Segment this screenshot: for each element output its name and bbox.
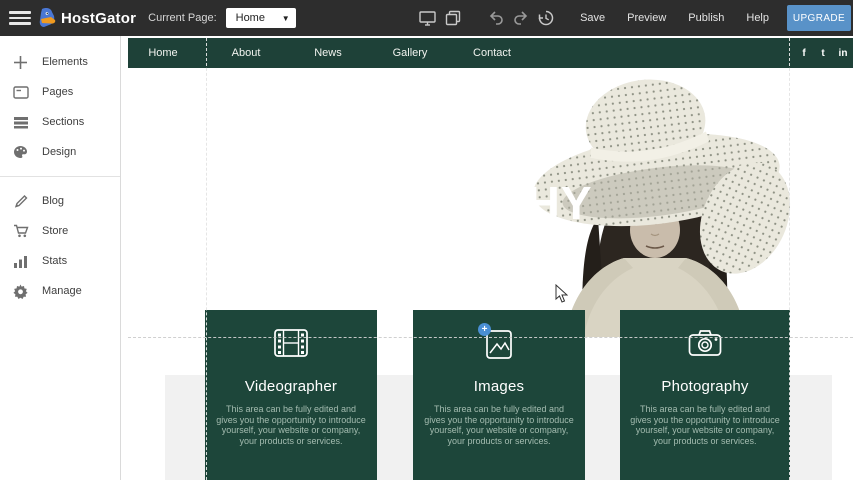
- history-icon[interactable]: [537, 10, 554, 27]
- current-page-label: Current Page:: [148, 12, 216, 24]
- redo-icon[interactable]: [512, 10, 529, 27]
- linkedin-icon[interactable]: in: [839, 38, 848, 68]
- sidebar-item-label: Elements: [42, 56, 88, 68]
- gear-icon: [12, 283, 29, 300]
- hero-section[interactable]: MODELS. PHOTOGRAPHY: [128, 68, 853, 337]
- sidebar-item-label: Blog: [42, 195, 64, 207]
- sidebar-item-elements[interactable]: Elements: [0, 47, 120, 77]
- sections-icon: [12, 114, 29, 131]
- feature-card-images[interactable]: + Images This area can be fully edited a…: [413, 310, 585, 480]
- add-badge-icon: +: [478, 323, 491, 336]
- card-body: This area can be fully edited and gives …: [630, 404, 780, 446]
- pencil-icon: [12, 193, 29, 210]
- card-title: Videographer: [245, 378, 337, 395]
- plus-icon: [12, 54, 29, 71]
- preview-canvas: Home About News Gallery Contact f t in: [121, 36, 853, 480]
- chevron-down-icon: ▼: [282, 14, 290, 23]
- cart-icon: [12, 223, 29, 240]
- sidebar-item-label: Stats: [42, 255, 67, 267]
- undo-icon[interactable]: [487, 10, 504, 27]
- hostgator-builder-app: HostGator Current Page: Home ▼ Save: [0, 0, 853, 480]
- help-button[interactable]: Help: [746, 12, 769, 24]
- publish-button[interactable]: Publish: [688, 12, 724, 24]
- feature-card-photography[interactable]: Photography This area can be fully edite…: [620, 310, 790, 480]
- camera-icon: [687, 328, 723, 362]
- editor-sidebar: Elements Pages Sections Design Blog Stor…: [0, 36, 121, 480]
- sidebar-item-design[interactable]: Design: [0, 137, 120, 167]
- card-title: Images: [474, 378, 524, 395]
- site-nav-gallery[interactable]: Gallery: [393, 38, 428, 68]
- sidebar-item-label: Pages: [42, 86, 73, 98]
- current-page-dropdown[interactable]: Home ▼: [226, 8, 296, 28]
- sidebar-item-sections[interactable]: Sections: [0, 107, 120, 137]
- site-nav-home[interactable]: Home: [148, 38, 177, 68]
- card-title: Photography: [661, 378, 748, 395]
- palette-icon: [12, 144, 29, 161]
- site-navbar: Home About News Gallery Contact f t in: [128, 38, 853, 68]
- current-page-value: Home: [236, 12, 265, 24]
- bar-chart-icon: [12, 253, 29, 270]
- feature-card-videographer[interactable]: Videographer This area can be fully edit…: [205, 310, 377, 480]
- image-add-icon: +: [484, 328, 514, 362]
- menu-icon[interactable]: [9, 11, 31, 25]
- site-preview: Home About News Gallery Contact f t in: [128, 36, 853, 480]
- site-nav-about[interactable]: About: [232, 38, 261, 68]
- sidebar-item-label: Manage: [42, 285, 82, 297]
- hero-title[interactable]: MODELS. PHOTOGRAPHY: [222, 121, 593, 231]
- sidebar-item-pages[interactable]: Pages: [0, 77, 120, 107]
- desktop-preview-icon[interactable]: [419, 10, 436, 27]
- save-button[interactable]: Save: [580, 12, 605, 24]
- sidebar-divider: [0, 176, 120, 177]
- topbar-actions: Save Preview Publish Help UPGRADE: [419, 0, 853, 36]
- sidebar-item-label: Store: [42, 225, 68, 237]
- upgrade-button[interactable]: UPGRADE: [787, 5, 851, 31]
- card-body: This area can be fully edited and gives …: [424, 404, 574, 446]
- pages-icon: [12, 84, 29, 101]
- mobile-pages-icon[interactable]: [444, 10, 461, 27]
- site-nav-news[interactable]: News: [314, 38, 342, 68]
- card-body: This area can be fully edited and gives …: [216, 404, 366, 446]
- hostgator-gator-icon: [38, 7, 58, 29]
- editor-topbar: HostGator Current Page: Home ▼ Save: [0, 0, 853, 36]
- logo-text: HostGator: [61, 10, 136, 27]
- sidebar-item-label: Design: [42, 146, 76, 158]
- sidebar-item-manage[interactable]: Manage: [0, 276, 120, 306]
- sidebar-item-label: Sections: [42, 116, 84, 128]
- sidebar-item-stats[interactable]: Stats: [0, 246, 120, 276]
- preview-button[interactable]: Preview: [627, 12, 666, 24]
- sidebar-item-store[interactable]: Store: [0, 216, 120, 246]
- hostgator-logo: HostGator: [38, 7, 136, 29]
- twitter-icon[interactable]: t: [821, 38, 824, 68]
- film-strip-icon: [273, 328, 309, 362]
- facebook-icon[interactable]: f: [802, 38, 805, 68]
- hero-title-line1: MODELS.: [222, 121, 593, 176]
- sidebar-item-blog[interactable]: Blog: [0, 186, 120, 216]
- site-nav-contact[interactable]: Contact: [473, 38, 511, 68]
- hero-title-line2: PHOTOGRAPHY: [222, 176, 593, 231]
